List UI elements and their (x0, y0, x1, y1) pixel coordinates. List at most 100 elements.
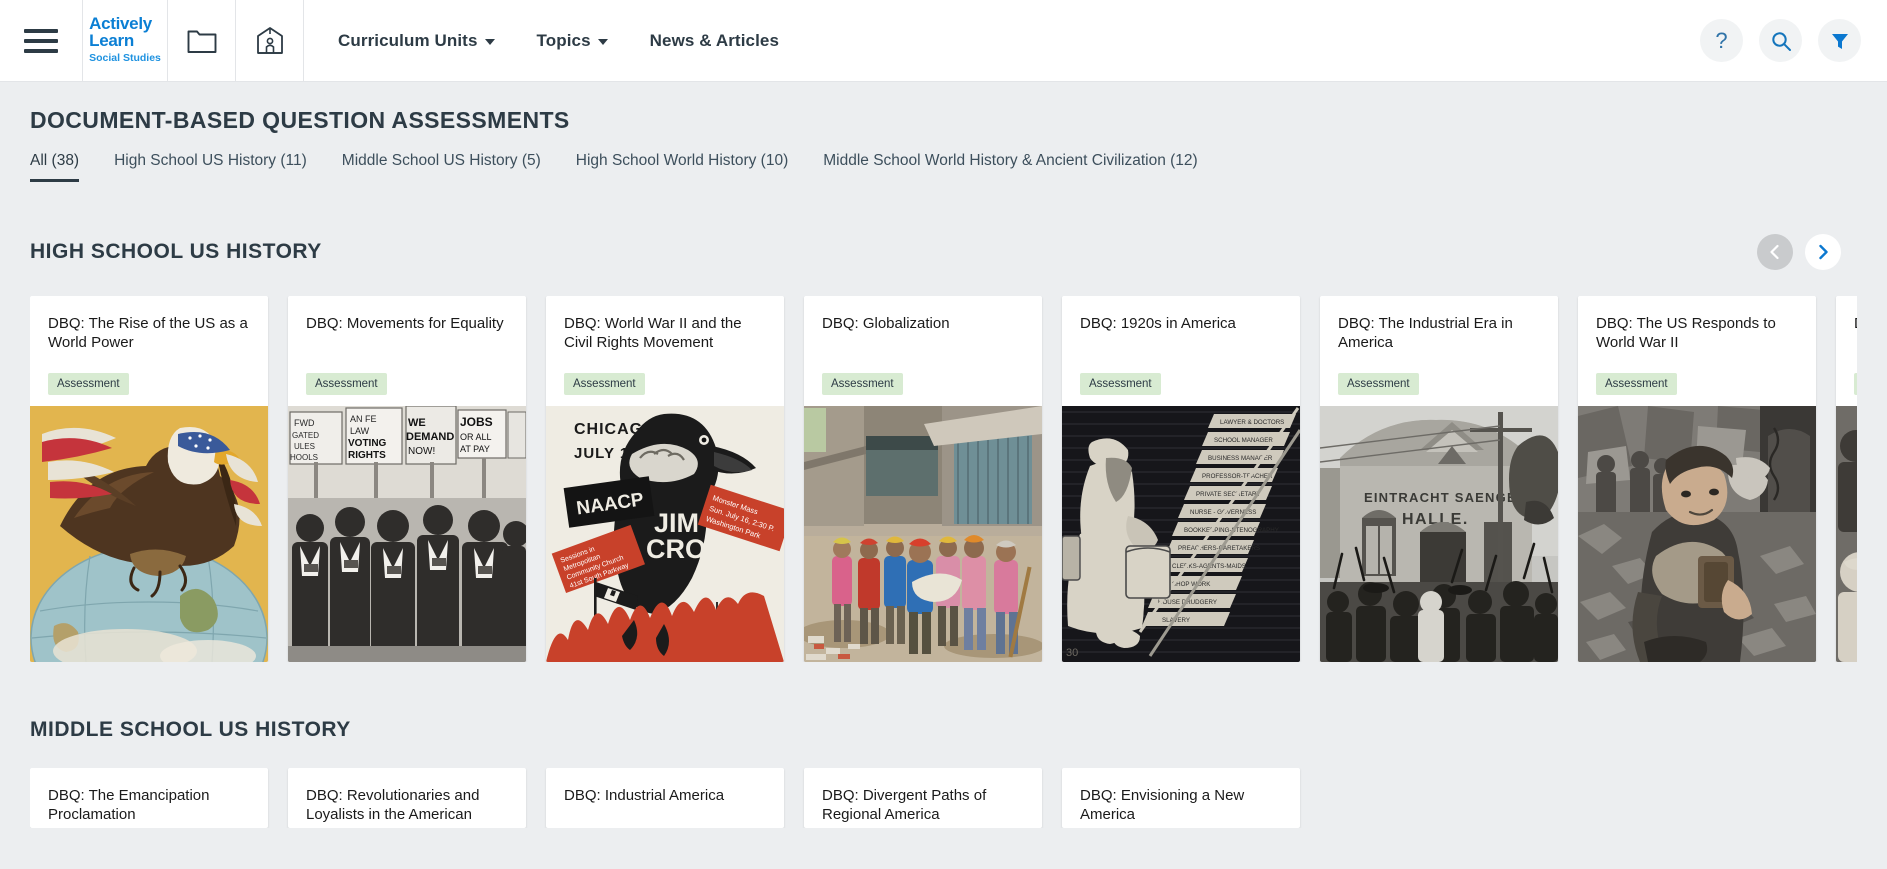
card-dbq-us-responds-wwii[interactable]: DBQ: The US Responds to World War II Ass… (1578, 296, 1816, 662)
chevron-left-icon (1770, 244, 1779, 260)
card-title: DBQ: The Rise of the US as a World Power (48, 315, 248, 351)
page-content: DOCUMENT-BASED QUESTION ASSESSMENTS All … (0, 82, 1887, 828)
carousel-next-button[interactable] (1805, 234, 1841, 270)
school-building-icon (256, 26, 283, 54)
section-header: HIGH SCHOOL US HISTORY (30, 234, 1857, 270)
card-body: DBQ: The Emancipation Proclamation (30, 768, 268, 828)
womans-career-ladder-engraving: LAWYER & DOCTORS SCHOOL MANAGER BUSINESS… (1062, 406, 1300, 662)
svg-text:NOW!: NOW! (408, 446, 435, 457)
card-dbq-1920s-in-america[interactable]: DBQ: 1920s in America Assessment LAWYER … (1062, 296, 1300, 662)
tab-middle-school-us-history[interactable]: Middle School US History (5) (342, 152, 541, 182)
school-button[interactable] (236, 0, 304, 81)
svg-text:GATED: GATED (292, 431, 319, 440)
card-title: DBQ: ... (1854, 314, 1857, 333)
filter-button[interactable] (1818, 19, 1861, 62)
carousel-prev-button[interactable] (1757, 234, 1793, 270)
card-dbq-wwii-civil-rights[interactable]: DBQ: World War II and the Civil Rights M… (546, 296, 784, 662)
card-dbq-revolutionaries-loyalists[interactable]: DBQ: Revolutionaries and Loyalists in th… (288, 768, 526, 828)
status-badge: Assessment (1596, 373, 1677, 395)
svg-text:LAWYER & DOCTORS: LAWYER & DOCTORS (1220, 419, 1284, 426)
tab-high-school-us-history[interactable]: High School US History (11) (114, 152, 307, 182)
card-title: DBQ: Movements for Equality (306, 315, 504, 332)
card-title: DBQ: 1920s in America (1080, 315, 1236, 332)
hamburger-menu-button[interactable] (0, 0, 82, 81)
card-title: DBQ: Globalization (822, 315, 950, 332)
naacp-jim-crow-poster: CHICAGO JULY 12-16 NAACP JIM CROW Sessio… (546, 406, 784, 662)
status-badge: Assessment (822, 373, 903, 395)
svg-text:30: 30 (1066, 647, 1078, 659)
top-navigation-bar: Actively Learn Social Studies Curriculum… (0, 0, 1887, 82)
card-title: DBQ: Divergent Paths of Regional America (822, 787, 987, 823)
topbar-actions: ? (1700, 0, 1887, 81)
folder-icon (187, 30, 216, 53)
svg-text:OR ALL: OR ALL (460, 432, 492, 442)
menu-news-articles-label: News & Articles (649, 30, 780, 50)
civil-rights-march-photograph: FWD GATED ULES HOOLS AN FE LAW VOTING RI… (288, 406, 526, 662)
eintracht-saenger-halle-engraving: EINTRACHT SAENGER HALLE. (1320, 406, 1558, 662)
card-thumbnail: CHICAGO JULY 12-16 NAACP JIM CROW Sessio… (546, 406, 784, 662)
card-title: DBQ: Envisioning a New America (1080, 787, 1245, 823)
section-header: MIDDLE SCHOOL US HISTORY (30, 718, 1857, 742)
crowd-photograph (1836, 406, 1857, 662)
card-title: DBQ: The Industrial Era in America (1338, 315, 1513, 351)
card-title: DBQ: World War II and the Civil Rights M… (564, 315, 742, 351)
menu-curriculum-units[interactable]: Curriculum Units (338, 31, 495, 51)
tab-middle-school-world-history[interactable]: Middle School World History & Ancient Ci… (823, 152, 1197, 182)
card-carousel[interactable]: DBQ: The Emancipation Proclamation DBQ: … (30, 768, 1857, 828)
svg-text:JOBS: JOBS (460, 415, 493, 429)
tab-high-school-world-history[interactable]: High School World History (10) (576, 152, 788, 182)
card-title: DBQ: The Emancipation Proclamation (48, 787, 210, 823)
card-body: DBQ: Divergent Paths of Regional America (804, 768, 1042, 828)
help-button[interactable]: ? (1700, 19, 1743, 62)
page-title: DOCUMENT-BASED QUESTION ASSESSMENTS (30, 107, 570, 133)
svg-text:AT PAY: AT PAY (460, 444, 490, 454)
section-high-school-us-history: HIGH SCHOOL US HISTORY DBQ: The Rise of … (30, 234, 1857, 662)
question-mark-icon: ? (1715, 27, 1728, 53)
section-title: HIGH SCHOOL US HISTORY (30, 240, 322, 263)
section-title: MIDDLE SCHOOL US HISTORY (30, 718, 351, 741)
funnel-icon (1831, 33, 1848, 49)
card-dbq-industrial-era[interactable]: DBQ: The Industrial Era in America Asses… (1320, 296, 1558, 662)
tab-all[interactable]: All (38) (30, 152, 80, 182)
card-thumbnail: LAWYER & DOCTORS SCHOOL MANAGER BUSINESS… (1062, 406, 1300, 662)
card-carousel[interactable]: DBQ: The Rise of the US as a World Power… (30, 296, 1857, 662)
card-dbq-rise-of-the-us[interactable]: DBQ: The Rise of the US as a World Power… (30, 296, 268, 662)
boy-in-bomb-ruins-photograph (1578, 406, 1816, 662)
card-dbq-globalization[interactable]: DBQ: Globalization Assessment (804, 296, 1042, 662)
card-thumbnail (1836, 406, 1857, 662)
card-dbq-partial[interactable]: DBQ: ... Assessment (1836, 296, 1857, 662)
card-body: DBQ: Industrial America (546, 768, 784, 828)
card-dbq-emancipation-proclamation[interactable]: DBQ: The Emancipation Proclamation (30, 768, 268, 828)
status-badge: Assessment (306, 373, 387, 395)
brand-line-3: Social Studies (89, 52, 161, 64)
svg-text:DEMAND: DEMAND (406, 431, 454, 443)
card-body: DBQ: Revolutionaries and Loyalists in th… (288, 768, 526, 828)
card-dbq-divergent-paths[interactable]: DBQ: Divergent Paths of Regional America (804, 768, 1042, 828)
menu-topics[interactable]: Topics (537, 31, 608, 51)
svg-text:FWD: FWD (294, 418, 315, 428)
status-badge: Assessment (1080, 373, 1161, 395)
eagle-globe-illustration (30, 406, 268, 662)
chevron-down-icon (597, 38, 608, 45)
svg-text:PRIVATE SECRETARY: PRIVATE SECRETARY (1196, 491, 1261, 498)
category-tabs: All (38) High School US History (11) Mid… (30, 152, 1857, 182)
card-title: DBQ: The US Responds to World War II (1596, 315, 1776, 351)
svg-text:PROFESSOR-TEACHER: PROFESSOR-TEACHER (1202, 473, 1273, 480)
svg-text:LAW: LAW (350, 426, 370, 436)
carousel-controls (1757, 234, 1857, 270)
card-dbq-movements-for-equality[interactable]: DBQ: Movements for Equality Assessment F… (288, 296, 526, 662)
library-folder-button[interactable] (168, 0, 236, 81)
card-thumbnail: EINTRACHT SAENGER HALLE. (1320, 406, 1558, 662)
search-button[interactable] (1759, 19, 1802, 62)
svg-text:CROW: CROW (646, 534, 732, 564)
svg-text:AN FE: AN FE (350, 414, 377, 424)
svg-text:VOTING: VOTING (348, 438, 387, 449)
card-thumbnail (804, 406, 1042, 662)
hamburger-icon (24, 28, 58, 53)
card-dbq-envisioning-new-america[interactable]: DBQ: Envisioning a New America (1062, 768, 1300, 828)
card-thumbnail (1578, 406, 1816, 662)
svg-text:WE: WE (408, 417, 426, 429)
menu-news-articles[interactable]: News & Articles (650, 31, 779, 51)
brand-logo[interactable]: Actively Learn Social Studies (82, 0, 168, 81)
card-dbq-industrial-america[interactable]: DBQ: Industrial America (546, 768, 784, 828)
